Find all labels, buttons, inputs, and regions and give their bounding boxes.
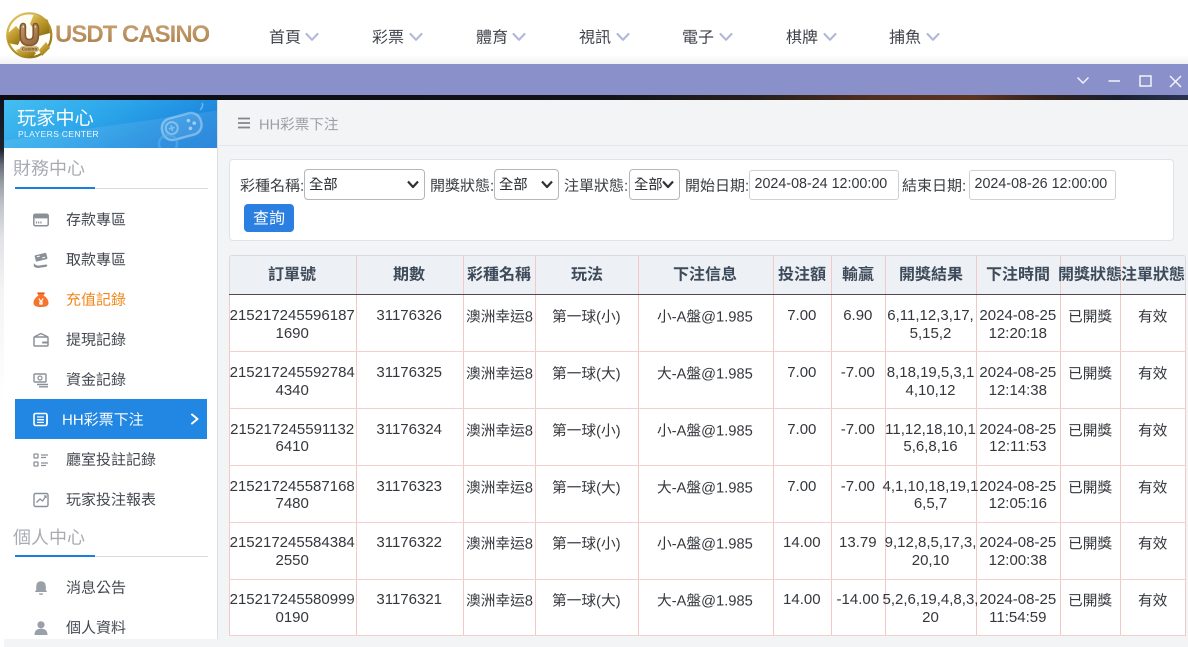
svg-text:Casino: Casino [22,47,38,52]
